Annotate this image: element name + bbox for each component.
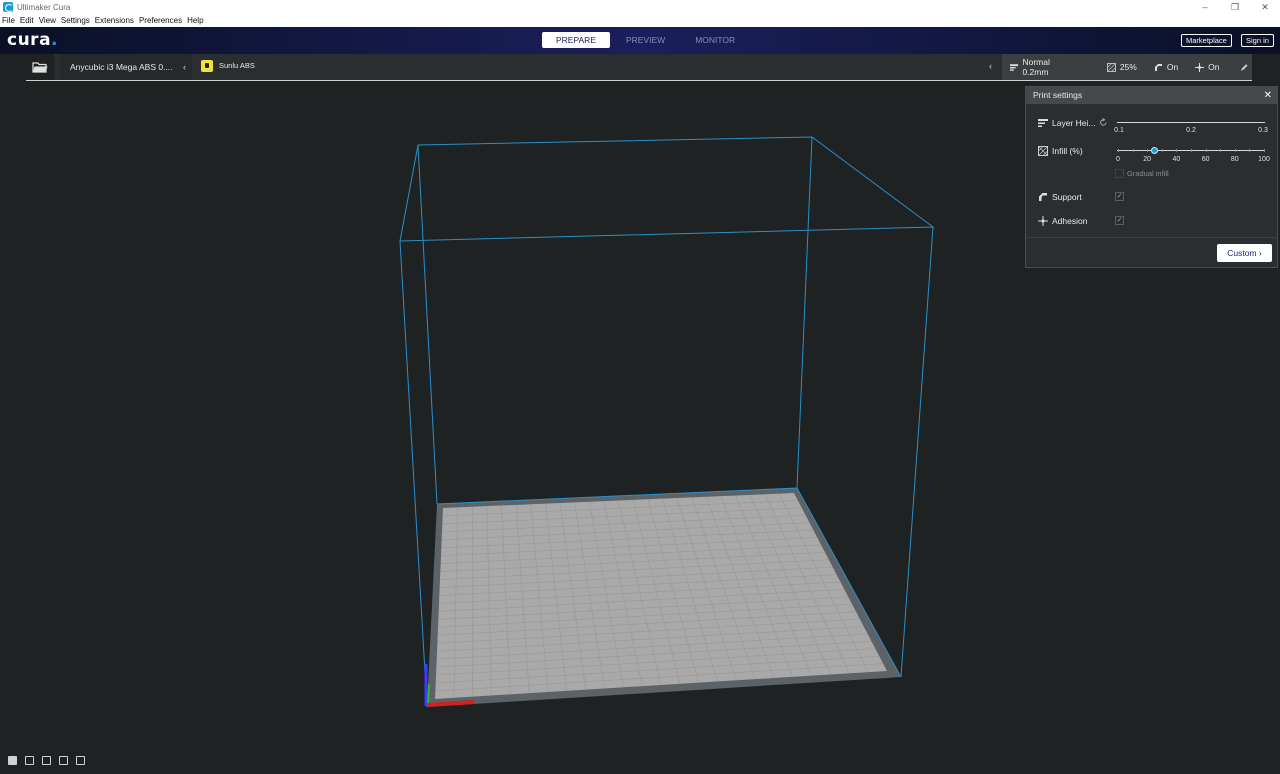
print-settings-summary[interactable]: Normal 0.2mm 25% On On: [1002, 54, 1252, 80]
print-settings-panel: Print settings ✕ Layer Hei... 0.1 0.2 0.…: [1025, 86, 1278, 268]
app-header: cura. PREPARE PREVIEW MONITOR Marketplac…: [0, 27, 1280, 54]
chevron-left-icon: ‹: [183, 62, 186, 72]
material-name: Sunlu ABS: [219, 61, 255, 70]
support-value: On: [1166, 62, 1179, 72]
y-axis: [427, 683, 430, 705]
cura-app-icon: [3, 2, 13, 12]
restore-icon[interactable]: ❐: [1220, 0, 1250, 14]
infill-tick: 60: [1201, 156, 1210, 163]
infill-tick: 20: [1143, 156, 1152, 163]
top-view-icon[interactable]: [42, 756, 51, 765]
support-icon: [1154, 63, 1162, 71]
adhesion-icon: [1195, 62, 1205, 72]
window-title: Ultimaker Cura: [17, 2, 71, 12]
tab-prepare[interactable]: PREPARE: [542, 32, 610, 48]
minimize-icon[interactable]: –: [1190, 0, 1220, 14]
camera-view-buttons: [8, 756, 93, 765]
menu-settings[interactable]: Settings: [61, 16, 90, 25]
custom-button-label: Custom: [1227, 248, 1257, 258]
infill-tick-mark: [1118, 149, 1119, 152]
infill-row: Infill (%): [1038, 146, 1083, 156]
layer-height-tick: 0.1: [1114, 127, 1124, 134]
infill-tick-mark: [1176, 149, 1178, 152]
panel-title: Print settings: [1033, 90, 1083, 100]
infill-tick-mark: [1147, 149, 1149, 152]
infill-tick: 80: [1230, 156, 1239, 163]
infill-tick-mark: [1264, 149, 1265, 152]
adhesion-value: On: [1208, 62, 1220, 72]
stage-tabs: PREPARE PREVIEW MONITOR: [542, 32, 751, 48]
layer-height-slider[interactable]: [1117, 122, 1265, 123]
support-checkbox[interactable]: ✓: [1115, 192, 1124, 201]
profile-name: Normal 0.2mm: [1022, 57, 1050, 77]
infill-label: Infill (%): [1052, 146, 1083, 156]
adhesion-label: Adhesion: [1052, 216, 1088, 226]
chevron-right-icon: ›: [1258, 248, 1262, 258]
layer-height-icon: [1038, 119, 1048, 127]
printer-selector[interactable]: Anycubic i3 Mega ABS 0.... ‹: [60, 54, 192, 80]
layer-height-label: Layer Hei...: [1052, 118, 1096, 128]
close-window-icon[interactable]: ✕: [1250, 0, 1280, 14]
material-selector[interactable]: Sunlu ABS ‹: [194, 54, 1002, 80]
marketplace-button[interactable]: Marketplace: [1181, 34, 1232, 47]
infill-tick-mark: [1234, 149, 1236, 152]
left-view-icon[interactable]: [59, 756, 68, 765]
pencil-icon[interactable]: [1240, 63, 1248, 72]
infill-icon: [1106, 62, 1116, 72]
menu-extensions[interactable]: Extensions: [95, 16, 134, 25]
custom-settings-button[interactable]: Custom ›: [1217, 244, 1272, 262]
infill-tick-mark: [1249, 149, 1251, 152]
infill-tick: 100: [1258, 156, 1270, 163]
menu-preferences[interactable]: Preferences: [139, 16, 182, 25]
front-view-icon[interactable]: [25, 756, 34, 765]
machine-toolbar: Anycubic i3 Mega ABS 0.... ‹ Sunlu ABS ‹…: [26, 54, 1252, 81]
infill-tick-mark: [1191, 149, 1192, 152]
support-icon: [1039, 193, 1047, 201]
3d-view-icon[interactable]: [8, 756, 17, 765]
open-file-button[interactable]: [26, 54, 54, 80]
infill-tick-mark: [1161, 149, 1163, 152]
printer-name: Anycubic i3 Mega ABS 0....: [70, 62, 173, 72]
tab-monitor[interactable]: MONITOR: [681, 32, 749, 48]
right-view-icon[interactable]: [76, 756, 85, 765]
reset-icon[interactable]: [1099, 118, 1108, 127]
tab-preview[interactable]: PREVIEW: [612, 32, 679, 48]
menu-help[interactable]: Help: [187, 16, 203, 25]
layer-height-tick: 0.2: [1186, 127, 1196, 134]
gradual-infill-label: Gradual infill: [1127, 169, 1169, 178]
support-row: Support: [1038, 192, 1082, 202]
layer-height-row: Layer Hei...: [1038, 118, 1095, 128]
layer-height-icon: [1010, 63, 1019, 71]
cura-logo: cura.: [7, 30, 59, 50]
menu-view[interactable]: View: [39, 16, 56, 25]
infill-value: 25%: [1119, 62, 1137, 72]
panel-divider: [1026, 237, 1277, 238]
adhesion-icon: [1038, 216, 1048, 226]
sign-in-button[interactable]: Sign in: [1241, 34, 1274, 47]
infill-tick: 0: [1116, 156, 1120, 163]
gradual-infill-checkbox[interactable]: [1115, 169, 1124, 178]
menu-bar: File Edit View Settings Extensions Prefe…: [0, 14, 1280, 27]
infill-tick-mark: [1205, 149, 1207, 152]
window-title-bar: Ultimaker Cura – ❐ ✕: [0, 0, 1280, 14]
close-icon[interactable]: ✕: [1264, 87, 1272, 104]
infill-tick: 40: [1172, 156, 1181, 163]
infill-icon: [1038, 146, 1048, 156]
folder-icon: [32, 62, 48, 73]
support-label: Support: [1052, 192, 1082, 202]
panel-header: Print settings ✕: [1026, 87, 1277, 104]
infill-tick-mark: [1132, 149, 1134, 152]
menu-file[interactable]: File: [2, 16, 15, 25]
build-plate: [435, 493, 887, 699]
layer-height-tick: 0.3: [1258, 127, 1268, 134]
adhesion-row: Adhesion: [1038, 216, 1087, 226]
adhesion-checkbox[interactable]: ✓: [1115, 216, 1124, 225]
infill-tick-mark: [1220, 149, 1222, 152]
chevron-left-icon: ‹: [989, 61, 992, 71]
extruder-icon: [201, 60, 213, 73]
infill-slider-handle[interactable]: [1150, 147, 1158, 154]
menu-edit[interactable]: Edit: [20, 16, 34, 25]
